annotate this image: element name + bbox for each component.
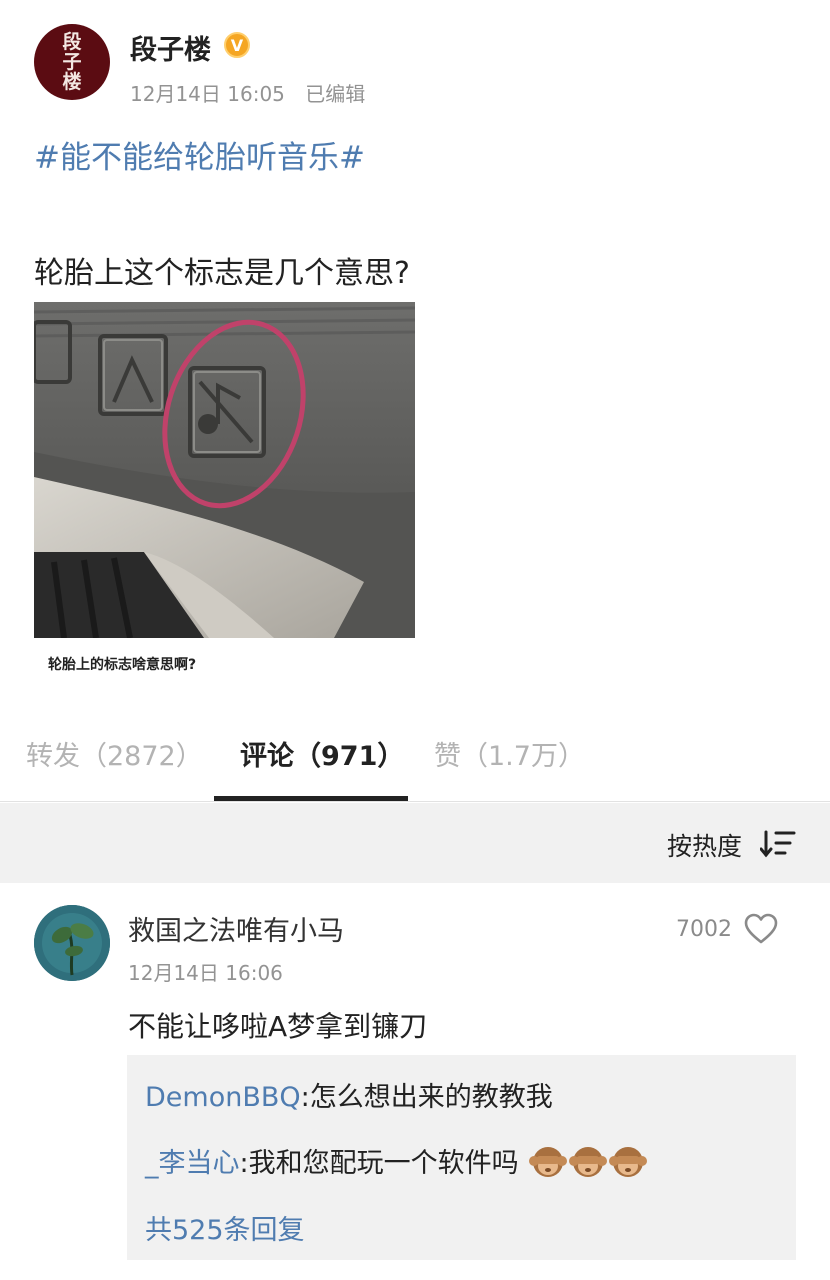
tab-comments[interactable]: 评论（971） [240,734,404,773]
tab-reposts[interactable]: 转发（2872） [26,734,203,773]
comment-time: 12月14日 16:06 [128,961,283,985]
post-image[interactable]: 轮胎上的标志啥意思啊? [34,302,415,682]
post-date: 12月14日 16:05 [130,82,285,106]
heart-icon[interactable] [744,913,778,945]
see-no-evil-monkey-icon [569,1147,608,1177]
comment-item: 救国之法唯有小马 12月14日 16:06 7002 不能让哆啦A梦拿到镰刀 D… [0,883,830,1280]
reply-item: _李当心:我和您配玩一个软件吗 [145,1141,648,1180]
reply-text: :我和您配玩一个软件吗 [239,1148,519,1179]
post-meta: 12月14日 16:05 已编辑 [130,78,365,107]
post-header: 段 子 楼 段子楼 V 12月14日 16:05 已编辑 [34,24,794,107]
author-name[interactable]: 段子楼 [130,28,211,67]
sort-icon[interactable] [760,829,796,859]
image-caption: 轮胎上的标志啥意思啊? [34,638,415,682]
post-text: 轮胎上这个标志是几个意思? [34,256,410,291]
post-tabs: 转发（2872） 评论（971） 赞（1.7万） [0,700,830,802]
see-no-evil-monkey-icon [529,1147,568,1177]
active-tab-indicator [214,796,408,801]
reply-user[interactable]: _李当心 [145,1148,240,1179]
sort-bar: 按热度 [0,803,830,883]
avatar-seal-char-1: 段 [62,31,82,53]
see-no-evil-monkey-icon [609,1147,648,1177]
avatar-seal-char-3: 楼 [62,71,82,93]
reply-panel[interactable]: DemonBBQ:怎么想出来的教教我 _李当心:我和您配玩一个软件吗 共525条… [127,1055,796,1260]
reply-item: DemonBBQ:怎么想出来的教教我 [145,1075,553,1114]
commenter-avatar[interactable] [34,905,110,981]
comment-like-count: 7002 [676,917,732,942]
edited-label[interactable]: 已编辑 [305,82,365,106]
comment-text: 不能让哆啦A梦拿到镰刀 [128,1010,428,1043]
avatar-seal-char-2: 子 [62,51,82,73]
reply-text: :怎么想出来的教教我 [300,1082,553,1113]
post-hashtag[interactable]: #能不能给轮胎听音乐# [34,132,365,177]
sort-label[interactable]: 按热度 [667,827,742,863]
more-replies-link[interactable]: 共525条回复 [145,1208,305,1247]
verified-v-icon: V [224,32,250,58]
tab-likes[interactable]: 赞（1.7万） [434,734,585,773]
author-avatar[interactable]: 段 子 楼 [34,24,110,100]
tire-photo [34,302,415,638]
commenter-name[interactable]: 救国之法唯有小马 [128,909,344,948]
reply-user[interactable]: DemonBBQ [145,1082,301,1113]
commenter-avatar-image [34,905,110,981]
